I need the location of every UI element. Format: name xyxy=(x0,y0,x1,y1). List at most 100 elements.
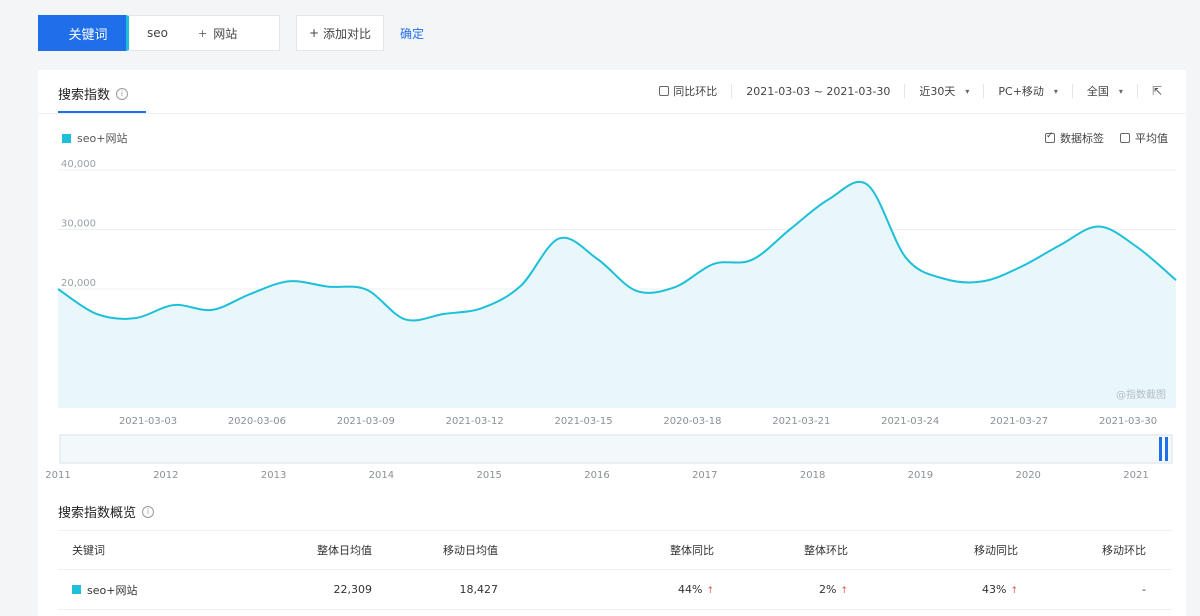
device-label: PC+移动 xyxy=(998,85,1044,98)
average-toggle[interactable]: 平均值 xyxy=(1120,130,1168,146)
navigator-year-label: 2012 xyxy=(153,470,178,481)
navigator-year-label: 2020 xyxy=(1015,470,1040,481)
info-icon[interactable]: i xyxy=(116,87,129,100)
device-select[interactable]: PC+移动 ▾ xyxy=(984,84,1073,98)
header-overall-avg: 整体日均值 xyxy=(317,544,372,557)
navigator-year-label: 2017 xyxy=(692,470,717,481)
arrow-up-icon: ↑ xyxy=(1010,586,1018,596)
header-mobile-avg: 移动日均值 xyxy=(443,544,498,557)
cell-mobile-yoy: 43% ↑ xyxy=(848,583,1018,596)
navigator-year-label: 2019 xyxy=(908,470,933,481)
cell-overall-mom-text: 2% xyxy=(819,583,837,596)
caret-down-icon: ▾ xyxy=(1118,86,1123,96)
add-compare-button[interactable]: + 添加对比 xyxy=(296,15,384,51)
date-range-label: 2021-03-03 ~ 2021-03-30 xyxy=(746,84,891,98)
cell-overall-yoy: 44% ↑ xyxy=(498,583,714,596)
header-mobile-yoy: 移动同比 xyxy=(974,544,1018,557)
average-checkbox[interactable] xyxy=(1120,133,1130,143)
chart-options: 数据标签 平均值 xyxy=(1045,130,1168,146)
x-tick-label: 2020-03-18 xyxy=(663,416,721,427)
navigator-handle-right[interactable] xyxy=(1165,437,1168,461)
cell-mobile-mom: - xyxy=(1142,583,1146,596)
plus-icon: + xyxy=(308,26,320,40)
card-title: 搜索指数 i xyxy=(58,84,129,103)
top-search-bar: 关键词 seo + 网站 + 添加对比 确定 xyxy=(0,0,1200,66)
recent-days-select[interactable]: 近30天 ▾ xyxy=(905,84,985,98)
navigator-year-label: 2018 xyxy=(800,470,825,481)
table-row: seo+网站 22,309 18,427 44% ↑ 2% ↑ 43% ↑ - xyxy=(58,570,1172,610)
cell-mobile-yoy-text: 43% xyxy=(982,583,1007,596)
active-tab-underline xyxy=(58,111,146,113)
x-tick-label: 2021-03-09 xyxy=(337,416,395,427)
x-tick-label: 2021-03-21 xyxy=(772,416,830,427)
keyword-token-2: 网站 xyxy=(213,26,238,41)
y-tick-label: 40,000 xyxy=(61,160,96,170)
header-keyword: 关键词 xyxy=(72,544,105,557)
cell-keyword-text: seo+网站 xyxy=(87,583,138,597)
keyword-tab-button[interactable]: 关键词 xyxy=(38,15,138,51)
cell-overall-mom: 2% ↑ xyxy=(714,583,848,596)
header-overall-yoy: 整体同比 xyxy=(670,544,714,557)
header-mobile-mom: 移动环比 xyxy=(1102,544,1146,557)
navigator-year-label: 2021 xyxy=(1123,470,1148,481)
arrow-up-icon: ↑ xyxy=(706,586,714,596)
x-tick-label: 2021-03-27 xyxy=(990,416,1048,427)
overview-title: 搜索指数概览 i xyxy=(58,502,155,521)
navigator-year-label: 2015 xyxy=(476,470,501,481)
x-tick-label: 2021-03-30 xyxy=(1099,416,1157,427)
keyword-token-1: seo xyxy=(147,26,168,40)
export-button[interactable]: ⇱ xyxy=(1138,84,1168,98)
overview-title-text: 搜索指数概览 xyxy=(58,506,137,521)
overview-table: 关键词 整体日均值 移动日均值 整体同比 整体环比 移动同比 移动环比 seo+… xyxy=(58,530,1172,610)
arrow-up-icon: ↑ xyxy=(840,586,848,596)
header-overall-mom: 整体环比 xyxy=(804,544,848,557)
search-index-card: 搜索指数 i 同比环比 2021-03-03 ~ 2021-03-30 近30天… xyxy=(38,70,1186,616)
compare-period-toggle[interactable]: 同比环比 xyxy=(645,84,733,98)
trend-chart[interactable]: 40,00030,00020,00010,000 @指数截图 2021-03-0… xyxy=(38,160,1186,490)
chart-controls: 同比环比 2021-03-03 ~ 2021-03-30 近30天 ▾ PC+移… xyxy=(645,84,1168,98)
average-label: 平均值 xyxy=(1135,132,1168,145)
compare-period-checkbox[interactable] xyxy=(659,86,670,96)
cell-keyword: seo+网站 xyxy=(58,582,228,598)
series-area xyxy=(58,181,1176,408)
caret-down-icon: ▾ xyxy=(1053,86,1058,96)
table-header: 关键词 整体日均值 移动日均值 整体同比 整体环比 移动同比 移动环比 xyxy=(58,530,1172,570)
legend-label: seo+网站 xyxy=(77,132,128,145)
data-marker-label: 数据标签 xyxy=(1060,132,1104,145)
external-link-icon: ⇱ xyxy=(1151,84,1162,98)
x-tick-label: 2021-03-03 xyxy=(119,416,177,427)
add-compare-label: 添加对比 xyxy=(323,26,372,41)
data-marker-checkbox[interactable] xyxy=(1045,131,1055,143)
data-marker-toggle[interactable]: 数据标签 xyxy=(1045,130,1104,146)
x-tick-label: 2021-03-12 xyxy=(446,416,504,427)
x-tick-label: 2020-03-06 xyxy=(228,416,286,427)
keyword-input[interactable]: seo + 网站 xyxy=(126,15,280,51)
y-tick-label: 30,000 xyxy=(61,219,96,230)
card-title-text: 搜索指数 xyxy=(58,88,111,103)
region-select[interactable]: 全国 ▾ xyxy=(1073,84,1138,98)
navigator-year-label: 2014 xyxy=(369,470,394,481)
compare-period-label: 同比环比 xyxy=(673,85,718,98)
row-swatch xyxy=(72,585,81,594)
navigator-years: 2011 2012 2013 2014 2015 2016 2017 2018 2019 2020… xyxy=(45,470,1148,481)
region-label: 全国 xyxy=(1086,85,1109,98)
navigator-handle-left[interactable] xyxy=(1159,437,1162,461)
navigator-year-label: 2016 xyxy=(584,470,609,481)
cell-overall-yoy-text: 44% xyxy=(678,583,703,596)
time-navigator[interactable] xyxy=(59,434,1173,464)
confirm-link[interactable]: 确定 xyxy=(400,25,424,42)
chart-watermark: @指数截图 xyxy=(1116,388,1166,401)
recent-days-label: 近30天 xyxy=(919,85,956,98)
caret-down-icon: ▾ xyxy=(965,86,970,96)
card-header: 搜索指数 i 同比环比 2021-03-03 ~ 2021-03-30 近30天… xyxy=(38,70,1186,114)
info-icon[interactable]: i xyxy=(142,505,155,518)
navigator-year-label: 2013 xyxy=(261,470,286,481)
cell-mobile-avg: 18,427 xyxy=(459,583,499,596)
navigator-year-label: 2011 xyxy=(45,470,70,481)
plus-icon: + xyxy=(197,26,208,40)
x-tick-label: 2021-03-24 xyxy=(881,416,939,427)
cell-overall-avg: 22,309 xyxy=(333,583,373,596)
date-range-picker[interactable]: 2021-03-03 ~ 2021-03-30 xyxy=(732,84,906,98)
x-axis-labels: 2021-03-03 2020-03-06 2021-03-09 2021-03-12… xyxy=(119,416,1157,427)
chart-legend[interactable]: seo+网站 xyxy=(62,130,127,146)
